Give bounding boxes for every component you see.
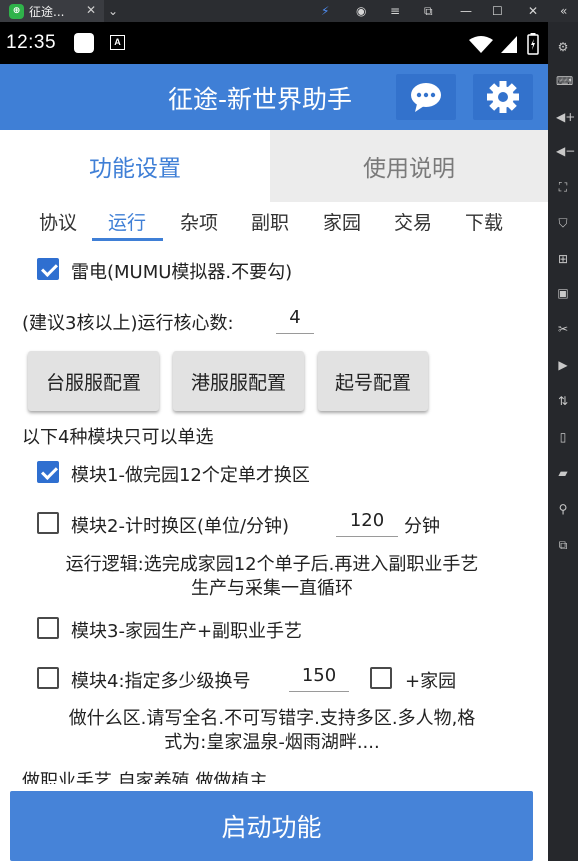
chat-button[interactable]	[396, 74, 456, 120]
core-count-input[interactable]: 4	[276, 304, 314, 334]
subtab-trade[interactable]: 交易	[391, 208, 435, 240]
fullscreen-icon[interactable]: ⧉	[424, 3, 433, 19]
battery-icon	[527, 33, 539, 55]
module1-label: 模块1-做完园12个定单才换区	[71, 465, 310, 486]
leidian-checkbox[interactable]	[37, 258, 59, 280]
cut-text: 做职业手艺,自家养殖,做做植主	[22, 771, 268, 784]
bolt-icon[interactable]: ⚡	[321, 3, 329, 19]
module2-label: 模块2-计时换区(单位/分钟)	[71, 516, 290, 537]
notification-icon	[74, 33, 94, 53]
module-note: 以下4种模块只可以单选	[22, 427, 214, 448]
zone-line2: 式为:皇家温泉-烟雨湖畔....	[164, 732, 380, 753]
partially-visible-text: 做职业手艺,自家养殖,做做植主	[22, 770, 522, 784]
module4-label: 模块4:指定多少级换号	[71, 671, 251, 692]
run-logic-line1: 运行逻辑:选完成家园12个单子后.再进入副职业手艺	[65, 554, 479, 575]
home-label: +家园	[405, 671, 457, 692]
status-time: 12:35	[6, 32, 57, 53]
app-icon: ⊕	[9, 3, 24, 19]
start-button-label: 启动功能	[221, 813, 322, 842]
button-label: 港服服配置	[190, 371, 286, 394]
tab-title: 征途...	[29, 4, 65, 19]
tab-label: 使用说明	[363, 156, 455, 182]
scissors-icon[interactable]: ✂	[556, 322, 570, 336]
module1-checkbox[interactable]	[37, 461, 59, 483]
home-checkbox[interactable]	[370, 667, 392, 689]
minimize-icon[interactable]: —	[460, 3, 472, 19]
button-label: 台服服配置	[45, 371, 141, 394]
signal-icon	[501, 36, 517, 53]
active-tab-indicator	[92, 238, 163, 241]
maximize-icon[interactable]: ☐	[492, 3, 503, 19]
menu-icon[interactable]: ≡	[390, 3, 400, 19]
chat-bubble-icon	[411, 83, 441, 112]
emulator-tab[interactable]: ⊕ 征途... ✕	[0, 0, 104, 22]
add-icon[interactable]: ⊞	[556, 252, 570, 266]
volume-down-icon[interactable]: ◀−	[556, 144, 575, 158]
module3-checkbox[interactable]	[37, 617, 59, 639]
hk-server-config-button[interactable]: 港服服配置	[173, 351, 304, 411]
module2-minutes-value: 120	[349, 510, 385, 531]
app-header: 征途-新世界助手	[0, 64, 548, 130]
emulator-title-bar: ⊕ 征途... ✕ ⌄ ⚡ ◉ ≡ ⧉ — ☐ ✕ «	[0, 0, 578, 22]
subtab-home[interactable]: 家园	[320, 208, 364, 240]
page-title: 征途-新世界助手	[168, 85, 353, 114]
tab-function-settings[interactable]: 功能设置	[0, 130, 270, 202]
sync-icon[interactable]: ⇅	[556, 394, 570, 408]
run-logic-text: 运行逻辑:选完成家园12个单子后.再进入副职业手艺 生产与采集一直循环	[14, 553, 530, 601]
module2-checkbox[interactable]	[37, 512, 59, 534]
module4-level-input[interactable]: 150	[289, 662, 349, 692]
zone-line1: 做什么区.请写全名.不可写错字.支持多区.多人物,格	[68, 708, 476, 729]
gear-icon	[487, 81, 519, 113]
volume-up-icon[interactable]: ◀+	[556, 110, 575, 124]
notification-a-icon: A	[110, 35, 125, 50]
module2-unit: 分钟	[404, 516, 440, 537]
wifi-icon	[469, 36, 493, 53]
tab-label: 功能设置	[89, 156, 181, 182]
account-icon[interactable]: ◉	[356, 3, 366, 19]
subtab-side-job[interactable]: 副职	[248, 208, 292, 240]
folder-icon[interactable]: ▰	[556, 466, 570, 480]
status-bar: 12:35 A	[0, 22, 548, 64]
module4-checkbox[interactable]	[37, 667, 59, 689]
multi-instance-icon[interactable]: ⧉	[556, 538, 570, 552]
subtab-misc[interactable]: 杂项	[177, 208, 221, 240]
emulator-sidebar: ⚙ ⌨ ◀+ ◀− ⛶ ⛉ ⊞ ▣ ✂ ▶ ⇅ ▯ ▰ ⚲ ⧉	[548, 22, 578, 861]
tab-instructions[interactable]: 使用说明	[270, 130, 548, 202]
screenshot-icon[interactable]: ⛶	[556, 180, 570, 194]
keyboard-icon[interactable]: ⌨	[556, 74, 573, 88]
run-logic-line2: 生产与采集一直循环	[191, 578, 353, 599]
location-shield-icon[interactable]: ⛉	[556, 216, 570, 230]
create-account-config-button[interactable]: 起号配置	[318, 351, 428, 411]
shake-icon[interactable]: ▯	[556, 430, 570, 444]
close-window-icon[interactable]: ✕	[528, 3, 538, 19]
module3-label: 模块3-家园生产+副职业手艺	[71, 621, 303, 642]
chevron-down-icon[interactable]: ⌄	[108, 3, 118, 19]
core-count-label: (建议3核以上)运行核心数:	[22, 313, 234, 334]
subtab-protocol[interactable]: 协议	[36, 208, 80, 240]
subtab-download[interactable]: 下载	[462, 208, 506, 240]
record-icon[interactable]: ▶	[556, 358, 570, 372]
close-tab-icon[interactable]: ✕	[86, 3, 96, 17]
settings-button[interactable]	[473, 74, 533, 120]
leidian-label: 雷电(MUMU模拟器.不要勾)	[71, 262, 293, 283]
module4-level-value: 150	[301, 665, 337, 686]
settings-gear-icon[interactable]: ⚙	[556, 40, 570, 54]
zone-instructions: 做什么区.请写全名.不可写错字.支持多区.多人物,格 式为:皇家温泉-烟雨湖畔.…	[14, 707, 530, 755]
subtab-run[interactable]: 运行	[105, 208, 149, 240]
apk-icon[interactable]: ▣	[556, 286, 570, 300]
tw-server-config-button[interactable]: 台服服配置	[28, 351, 159, 411]
start-function-button[interactable]: 启动功能	[10, 791, 533, 861]
module2-minutes-input[interactable]: 120	[336, 507, 398, 537]
button-label: 起号配置	[334, 371, 411, 394]
side-toggle-icon[interactable]: «	[560, 3, 567, 19]
location-icon[interactable]: ⚲	[556, 502, 570, 516]
core-count-value: 4	[289, 307, 301, 328]
